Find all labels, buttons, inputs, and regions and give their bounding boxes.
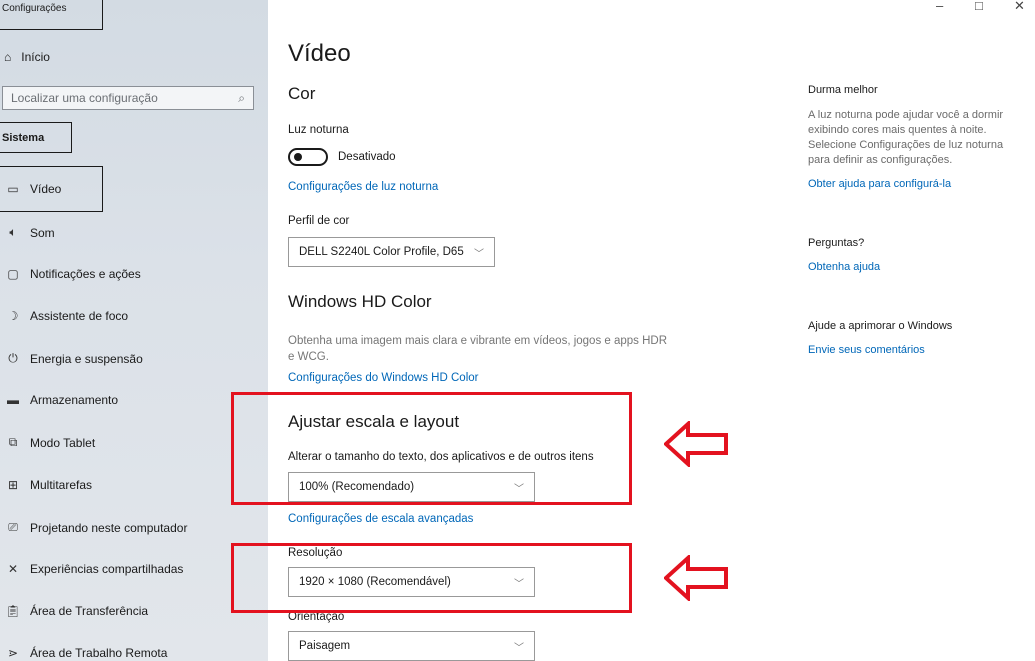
improve-heading: Ajude a aprimorar o Windows [808,320,953,332]
sidebar-item-label: Energia e suspensão [30,351,143,366]
sidebar-item-video[interactable]: ▭ Vídeo [2,182,61,196]
advanced-scale-link[interactable]: Configurações de escala avançadas [288,513,473,525]
sidebar: Configurações ⌂ Início Localizar uma con… [0,0,268,661]
night-light-settings-link[interactable]: Configurações de luz noturna [288,181,438,193]
sidebar-item-label: Multitarefas [30,478,93,492]
sidebar-item-label: Área de Trabalho Remota [30,646,168,660]
power-icon: ⏻ [8,351,18,365]
projection-icon: ⎚ [8,520,18,534]
sidebar-item-storage[interactable]: ▬ Armazenamento [2,393,118,407]
sidebar-item-power[interactable]: ⏻ Energia e suspensão [2,351,143,366]
maximize-button[interactable]: □ [975,0,983,13]
tablet-icon: ⧉ [8,435,18,449]
arrow-left-icon [664,421,728,467]
sidebar-item-focus[interactable]: ☽ Assistente de foco [2,309,128,323]
sidebar-item-remote[interactable]: ⋗ Área de Trabalho Remota [2,646,167,660]
page-title: Vídeo [288,40,351,67]
orientation-value: Paisagem [299,640,351,652]
remote-icon: ⋗ [7,646,19,660]
search-input[interactable]: Localizar uma configuração [11,91,158,105]
sidebar-item-clipboard[interactable]: 📋︎ Área de Transferência [2,604,148,618]
moon-icon: ☽ [7,309,19,323]
sidebar-item-multitask[interactable]: ⊞ Multitarefas [2,478,92,492]
monitor-icon: ▭ [7,182,19,196]
app-title: Configurações [0,0,103,30]
night-light-label: Luz noturna [288,124,349,136]
sidebar-item-notifications[interactable]: ▢ Notificações e ações [2,267,141,281]
search-icon: ⌕ [238,90,245,105]
color-profile-dropdown[interactable]: DELL S2240L Color Profile, D65 ﹀ [288,237,495,267]
search-box[interactable]: Localizar uma configuração ⌕ [2,86,254,110]
scale-highlight-box [231,392,632,505]
color-heading: Cor [288,84,316,103]
color-profile-value: DELL S2240L Color Profile, D65 [299,246,464,258]
color-profile-label: Perfil de cor [288,215,350,227]
home-nav-item[interactable]: ⌂ Início [4,50,50,64]
multitask-icon: ⊞ [7,478,19,492]
shared-icon: ✕ [7,562,19,576]
close-button[interactable]: ✕ [1014,0,1025,13]
orientation-dropdown[interactable]: Paisagem ﹀ [288,631,535,661]
sidebar-item-label: Notificações e ações [30,267,141,281]
speaker-icon: 🔈︎ [9,225,17,239]
sidebar-item-tablet[interactable]: ⧉ Modo Tablet [2,435,95,450]
sidebar-item-label: Experiências compartilhadas [30,562,184,576]
sidebar-item-shared[interactable]: ✕ Experiências compartilhadas [2,562,183,576]
minimize-button[interactable]: – [936,0,943,13]
arrow-left-icon [664,555,728,601]
chevron-down-icon: ﹀ [474,248,484,260]
sidebar-item-label: Projetando neste computador [30,520,188,535]
sidebar-item-projection[interactable]: ⎚ Projetando neste computador [2,520,187,535]
sidebar-item-label: Modo Tablet [30,435,96,450]
sleep-help-link[interactable]: Obter ajuda para configurá-la [808,178,951,190]
sidebar-item-sound[interactable]: 🔈︎ Som [2,225,55,240]
sidebar-item-label: Som [30,225,55,240]
home-label: Início [21,50,50,64]
section-heading: Sistema [0,122,72,153]
sleep-text: A luz noturna pode ajudar você a dormir … [808,109,1004,166]
resolution-highlight-box [231,543,632,613]
get-help-link[interactable]: Obtenha ajuda [808,261,880,273]
hdr-description: Obtenha uma imagem mais clara e vibrante… [288,335,668,363]
chevron-down-icon: ﹀ [514,642,524,654]
storage-icon: ▬ [7,393,19,407]
sidebar-item-label: Armazenamento [30,393,119,407]
questions-heading: Perguntas? [808,237,865,249]
notification-icon: ▢ [7,267,19,281]
sidebar-item-label: Vídeo [30,182,62,196]
sleep-heading: Durma melhor [808,84,878,96]
clipboard-icon: 📋︎ [5,604,21,618]
home-icon: ⌂ [4,50,12,64]
hdr-settings-link[interactable]: Configurações do Windows HD Color [288,372,478,384]
sidebar-item-label: Assistente de foco [30,309,129,323]
hdr-heading: Windows HD Color [288,292,432,311]
feedback-link[interactable]: Envie seus comentários [808,344,925,356]
sidebar-item-label: Área de Transferência [30,604,149,618]
night-light-state: Desativado [338,151,396,163]
night-light-toggle[interactable] [288,148,328,166]
